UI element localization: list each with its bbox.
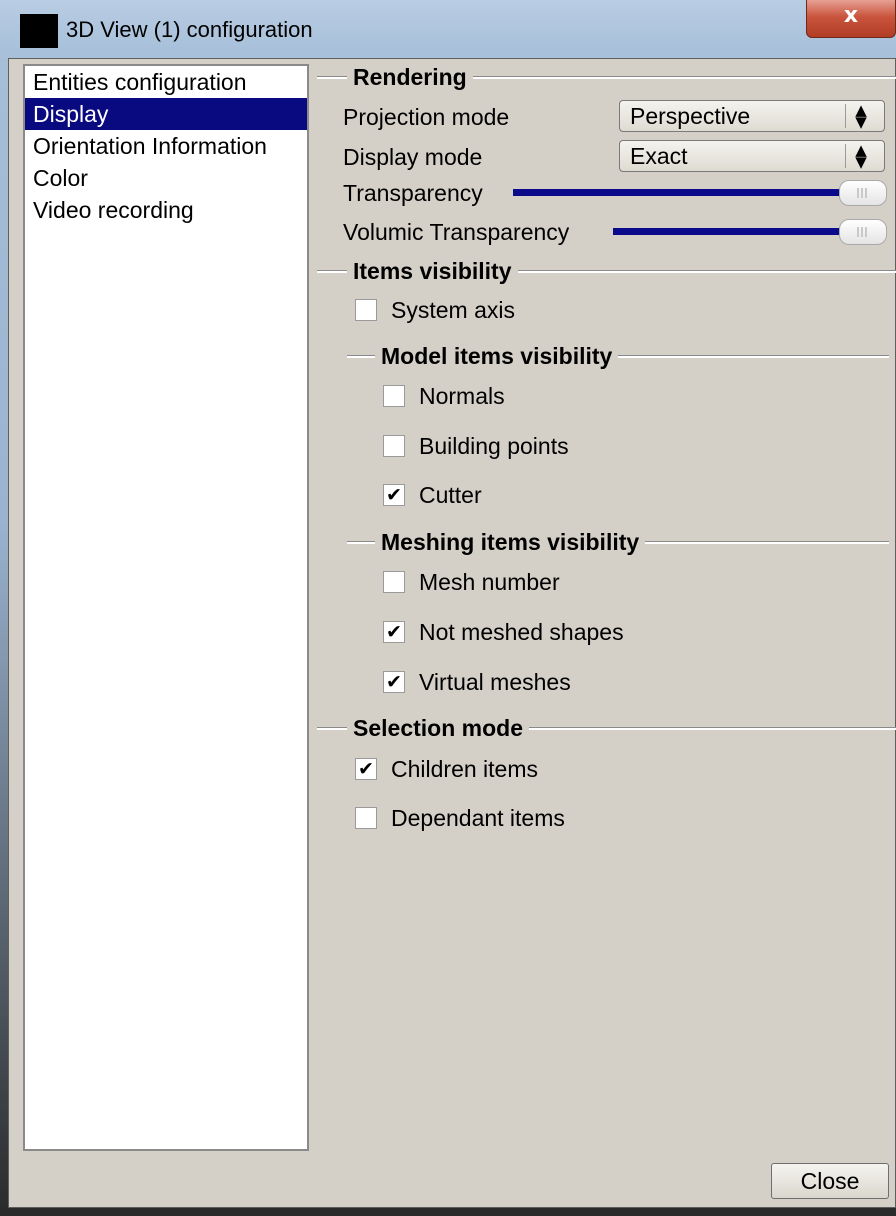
selection-mode-group-header: Selection mode xyxy=(317,713,896,743)
checkmark-icon[interactable]: ✔ xyxy=(383,484,405,506)
slider-handle[interactable] xyxy=(839,219,887,245)
nav-item-entities-configuration[interactable]: Entities configuration xyxy=(25,66,307,98)
title-bar[interactable]: 3D View (1) configuration x xyxy=(0,0,896,58)
checkmark-icon[interactable]: ✔ xyxy=(383,671,405,693)
checkmark-icon[interactable]: ✔ xyxy=(355,758,377,780)
display-mode-value: Exact xyxy=(630,143,688,169)
close-icon: x xyxy=(843,3,859,28)
items-visibility-group-header: Items visibility xyxy=(317,256,896,286)
children-items-label: Children items xyxy=(391,756,538,782)
checkbox-box[interactable] xyxy=(355,807,377,829)
config-window: 3D View (1) configuration x Entities con… xyxy=(0,0,896,1216)
normals-label: Normals xyxy=(419,383,505,409)
rendering-group-title: Rendering xyxy=(347,62,473,92)
model-items-group-title: Model items visibility xyxy=(375,341,619,371)
slider-track xyxy=(513,189,887,196)
system-axis-label: System axis xyxy=(391,297,515,323)
projection-mode-label: Projection mode xyxy=(343,104,510,130)
transparency-slider[interactable] xyxy=(513,178,887,208)
dependant-items-label: Dependant items xyxy=(391,805,565,831)
window-frame-left xyxy=(0,58,8,1216)
rendering-group-header: Rendering xyxy=(317,62,896,92)
category-list[interactable]: Entities configuration Display Orientati… xyxy=(23,64,309,1151)
dialog-client-area: Entities configuration Display Orientati… xyxy=(8,58,896,1208)
display-mode-select[interactable]: Exact ▲ ▼ xyxy=(619,140,885,172)
nav-item-video-recording[interactable]: Video recording xyxy=(25,194,307,226)
items-visibility-group-title: Items visibility xyxy=(347,256,518,286)
window-close-button[interactable]: x xyxy=(806,0,896,38)
window-title: 3D View (1) configuration xyxy=(66,17,313,42)
updown-arrows-icon: ▲ ▼ xyxy=(845,103,876,130)
building-points-label: Building points xyxy=(419,433,569,459)
checkbox-box[interactable] xyxy=(355,299,377,321)
meshing-items-group-header: Meshing items visibility xyxy=(347,527,889,557)
app-icon xyxy=(20,14,58,48)
projection-mode-select[interactable]: Perspective ▲ ▼ xyxy=(619,100,885,132)
volumic-transparency-slider[interactable] xyxy=(613,217,887,247)
display-mode-label: Display mode xyxy=(343,144,483,170)
not-meshed-shapes-label: Not meshed shapes xyxy=(419,619,624,645)
nav-item-orientation-information[interactable]: Orientation Information xyxy=(25,130,307,162)
updown-arrows-icon: ▲ ▼ xyxy=(845,143,876,170)
mesh-number-label: Mesh number xyxy=(419,569,560,595)
meshing-items-group-title: Meshing items visibility xyxy=(375,527,646,557)
checkbox-box[interactable] xyxy=(383,435,405,457)
model-items-group-header: Model items visibility xyxy=(347,341,889,371)
cutter-label: Cutter xyxy=(419,482,482,508)
checkmark-icon[interactable]: ✔ xyxy=(383,621,405,643)
checkbox-box[interactable] xyxy=(383,385,405,407)
selection-mode-group-title: Selection mode xyxy=(347,713,529,743)
nav-item-color[interactable]: Color xyxy=(25,162,307,194)
close-button[interactable]: Close xyxy=(771,1163,889,1199)
nav-item-display[interactable]: Display xyxy=(25,98,307,130)
checkbox-box[interactable] xyxy=(383,571,405,593)
slider-handle[interactable] xyxy=(839,180,887,206)
window-frame-bottom xyxy=(0,1208,896,1216)
transparency-label: Transparency xyxy=(343,180,483,206)
volumic-transparency-label: Volumic Transparency xyxy=(343,219,570,245)
settings-panel: Rendering Projection mode Perspective ▲ ▼… xyxy=(317,59,896,1209)
projection-mode-value: Perspective xyxy=(630,103,751,129)
virtual-meshes-label: Virtual meshes xyxy=(419,669,571,695)
